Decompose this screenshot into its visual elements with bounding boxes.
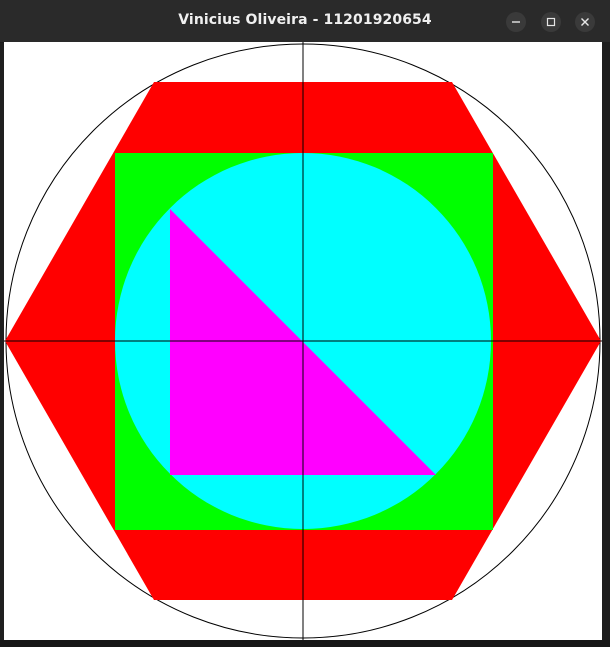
minimize-icon (511, 17, 521, 27)
drawing-svg (4, 42, 602, 640)
close-button[interactable] (575, 12, 595, 32)
close-icon (580, 17, 590, 27)
window-bottom-edge (0, 640, 610, 647)
minimize-button[interactable] (506, 12, 526, 32)
maximize-button[interactable] (541, 12, 561, 32)
maximize-icon (546, 17, 556, 27)
app-window: Vinicius Oliveira - 11201920654 (0, 0, 610, 647)
title-bar[interactable]: Vinicius Oliveira - 11201920654 (0, 0, 610, 43)
background-window-edge (602, 42, 610, 642)
drawing-canvas[interactable] (4, 42, 602, 640)
